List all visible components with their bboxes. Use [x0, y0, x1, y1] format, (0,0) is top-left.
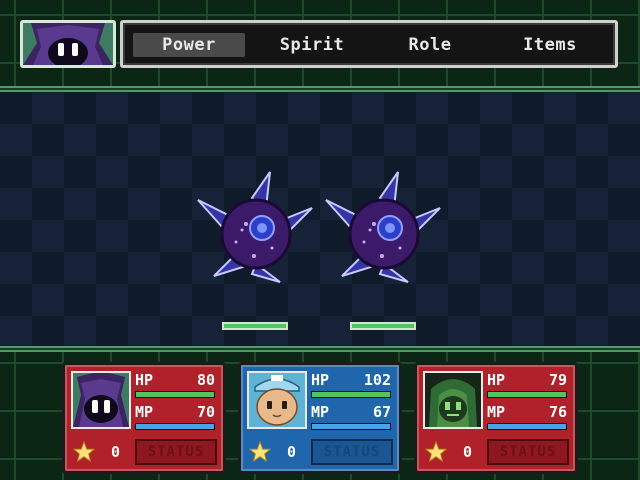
mp-bar	[487, 423, 567, 430]
dark-purple-hooded-character-icon	[73, 373, 129, 427]
enemy-1[interactable]	[196, 168, 316, 288]
star-count: 0	[463, 443, 473, 461]
battle-command-menu: Power Spirit Role Items	[120, 20, 618, 68]
party-card-1[interactable]: HP 80 MP 70 0 STATUS	[62, 362, 226, 474]
spiked-purple-orb-enemy-icon	[197, 171, 313, 283]
mp-label: MP	[487, 403, 506, 421]
enemy-2[interactable]	[324, 168, 444, 288]
party-card-3[interactable]: HP 79 MP 76 0 STATUS	[414, 362, 578, 474]
mp-bar	[135, 423, 215, 430]
star-icon	[73, 441, 95, 463]
mp-value: 76	[548, 403, 567, 421]
hp-value: 79	[548, 371, 567, 389]
battlefield	[0, 92, 640, 346]
menu-item-spirit[interactable]: Spirit	[257, 33, 367, 57]
hp-label: HP	[311, 371, 330, 389]
enemy-2-hp-bar	[350, 322, 416, 330]
hp-bar	[135, 391, 215, 398]
star-icon	[425, 441, 447, 463]
mp-label: MP	[311, 403, 330, 421]
hp-label: HP	[135, 371, 154, 389]
green-hooded-character-icon	[425, 373, 481, 427]
party-member-1-portrait	[71, 371, 131, 429]
star-icon	[249, 441, 271, 463]
hp-label: HP	[487, 371, 506, 389]
hp-value: 102	[363, 371, 391, 389]
status-button[interactable]: STATUS	[311, 439, 393, 465]
party-member-3-portrait	[423, 371, 483, 429]
status-button[interactable]: STATUS	[487, 439, 569, 465]
active-character-portrait	[20, 20, 116, 68]
mp-value: 70	[196, 403, 215, 421]
mp-label: MP	[135, 403, 154, 421]
star-count: 0	[111, 443, 121, 461]
star-count: 0	[287, 443, 297, 461]
menu-item-power[interactable]: Power	[133, 33, 245, 57]
hp-bar	[487, 391, 567, 398]
capped-beige-character-icon	[249, 373, 305, 427]
spiked-purple-orb-enemy-icon	[325, 171, 441, 283]
party-member-2-portrait	[247, 371, 307, 429]
mp-value: 67	[372, 403, 391, 421]
enemy-1-hp-bar	[222, 322, 288, 330]
party-card-2[interactable]: HP 102 MP 67 0 STATUS	[238, 362, 402, 474]
dark-purple-hooded-character-icon	[23, 23, 113, 65]
hp-value: 80	[196, 371, 215, 389]
mp-bar	[311, 423, 391, 430]
menu-item-items[interactable]: Items	[495, 33, 605, 57]
status-button[interactable]: STATUS	[135, 439, 217, 465]
menu-item-role[interactable]: Role	[381, 33, 479, 57]
hp-bar	[311, 391, 391, 398]
